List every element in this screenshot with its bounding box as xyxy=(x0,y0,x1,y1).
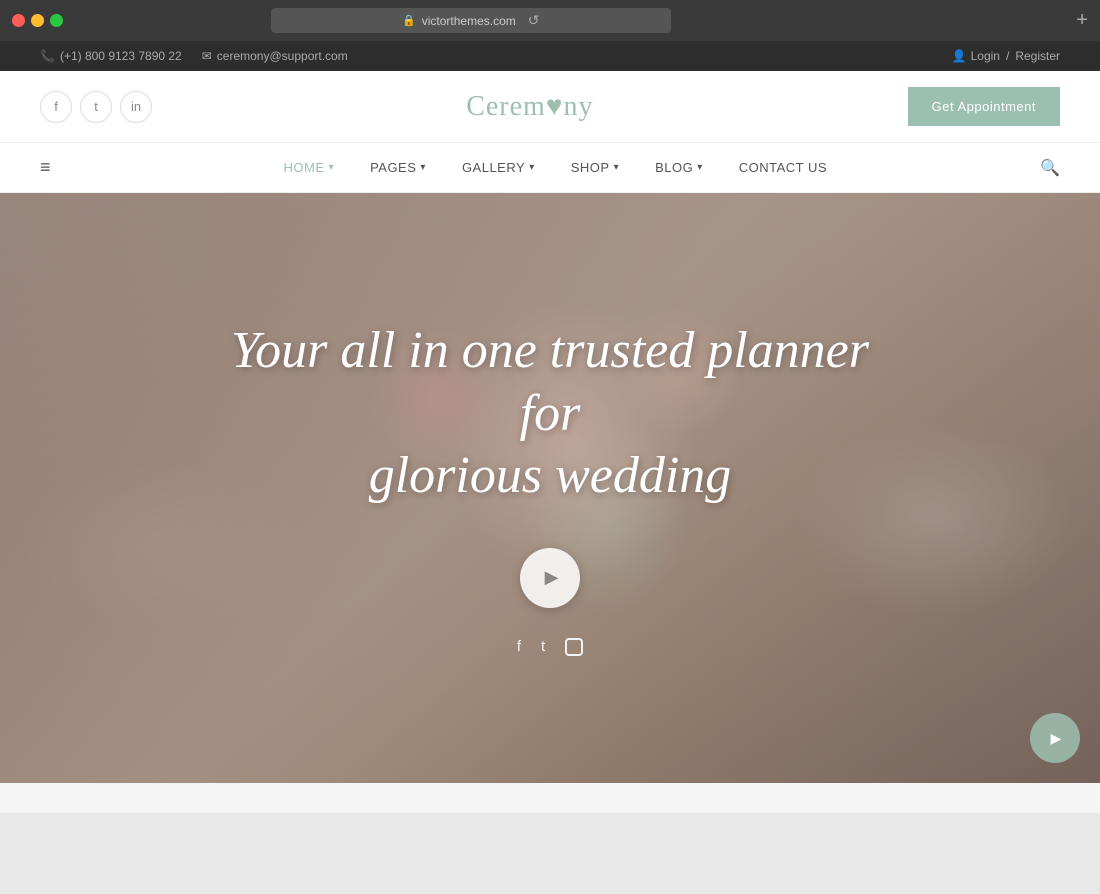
nav-gallery-label: GALLERY xyxy=(462,160,525,175)
nav-home-label: HOME xyxy=(284,160,325,175)
nav-item-pages[interactable]: PAGES ▾ xyxy=(352,145,444,190)
twitter-icon[interactable]: t xyxy=(80,91,112,123)
floating-play-button[interactable]: ▶ xyxy=(1030,713,1080,763)
play-icon: ▶ xyxy=(545,567,559,588)
nav-item-blog[interactable]: BLOG ▾ xyxy=(637,145,721,190)
nav-item-home[interactable]: HOME ▾ xyxy=(266,145,353,190)
email-address: ceremony@support.com xyxy=(217,49,348,63)
play-button[interactable]: ▶ xyxy=(520,548,580,608)
nav-item-shop[interactable]: SHOP ▾ xyxy=(553,145,637,190)
email-item: ✉ ceremony@support.com xyxy=(202,49,348,63)
new-tab-button[interactable]: + xyxy=(1076,9,1088,32)
nav-item-contact[interactable]: CONTACT US xyxy=(721,145,845,190)
hero-twitter-icon[interactable]: t xyxy=(541,638,545,656)
facebook-icon[interactable]: f xyxy=(40,91,72,123)
website: 📞 (+1) 800 9123 7890 22 ✉ ceremony@suppo… xyxy=(0,41,1100,813)
address-bar[interactable]: 🔒 victorthemes.com ↺ xyxy=(271,8,671,33)
logo-text-start: Cerem xyxy=(466,91,546,122)
hero-title: Your all in one trusted planner for glor… xyxy=(200,320,900,507)
social-icons: f t in xyxy=(40,91,152,123)
nav-pages-arrow: ▾ xyxy=(420,162,426,173)
register-link[interactable]: Register xyxy=(1015,49,1060,63)
top-bar-left: 📞 (+1) 800 9123 7890 22 ✉ ceremony@suppo… xyxy=(40,49,348,63)
email-icon: ✉ xyxy=(202,49,212,63)
header: f t in Cerem♥ny Get Appointment xyxy=(0,71,1100,143)
browser-chrome: 🔒 victorthemes.com ↺ + xyxy=(0,0,1100,41)
nav-home-arrow: ▾ xyxy=(329,162,335,173)
reload-icon[interactable]: ↺ xyxy=(528,12,540,29)
hero-instagram-icon[interactable] xyxy=(565,638,583,656)
get-appointment-button[interactable]: Get Appointment xyxy=(908,87,1060,126)
hero-title-line2: glorious wedding xyxy=(369,447,732,504)
traffic-lights xyxy=(12,14,63,27)
top-bar: 📞 (+1) 800 9123 7890 22 ✉ ceremony@suppo… xyxy=(0,41,1100,71)
floating-play-icon: ▶ xyxy=(1051,730,1062,747)
nav-blog-label: BLOG xyxy=(655,160,693,175)
hero-content: Your all in one trusted planner for glor… xyxy=(0,193,1100,783)
nav-contact-label: CONTACT US xyxy=(739,160,827,175)
nav-links: HOME ▾ PAGES ▾ GALLERY ▾ SHOP ▾ BLOG ▾ C… xyxy=(71,145,1041,190)
logo-text-end: ny xyxy=(563,91,593,122)
minimize-button[interactable] xyxy=(31,14,44,27)
login-icon: 👤 xyxy=(952,49,967,63)
login-link[interactable]: Login xyxy=(971,49,1000,63)
hero-social-icons: f t xyxy=(517,638,583,656)
nav-gallery-arrow: ▾ xyxy=(529,162,535,173)
nav-blog-arrow: ▾ xyxy=(697,162,703,173)
phone-number: (+1) 800 9123 7890 22 xyxy=(60,49,182,63)
navbar: ≡ HOME ▾ PAGES ▾ GALLERY ▾ SHOP ▾ BLOG ▾ xyxy=(0,143,1100,193)
hero-facebook-icon[interactable]: f xyxy=(517,638,521,656)
close-button[interactable] xyxy=(12,14,25,27)
linkedin-icon[interactable]: in xyxy=(120,91,152,123)
nav-shop-label: SHOP xyxy=(571,160,610,175)
search-icon[interactable]: 🔍 xyxy=(1040,158,1060,178)
top-bar-right: 👤 Login / Register xyxy=(952,49,1060,63)
phone-item: 📞 (+1) 800 9123 7890 22 xyxy=(40,49,182,63)
phone-icon: 📞 xyxy=(40,49,55,63)
url-text: victorthemes.com xyxy=(422,14,516,28)
logo[interactable]: Cerem♥ny xyxy=(466,91,593,123)
lock-icon: 🔒 xyxy=(402,14,416,27)
hamburger-icon[interactable]: ≡ xyxy=(40,157,51,178)
nav-item-gallery[interactable]: GALLERY ▾ xyxy=(444,145,553,190)
nav-pages-label: PAGES xyxy=(370,160,416,175)
bottom-strip xyxy=(0,783,1100,813)
separator: / xyxy=(1006,49,1009,63)
hero-title-line1: Your all in one trusted planner for xyxy=(231,322,869,441)
logo-heart: ♥ xyxy=(546,91,564,122)
nav-shop-arrow: ▾ xyxy=(614,162,620,173)
hero-section: Your all in one trusted planner for glor… xyxy=(0,193,1100,783)
maximize-button[interactable] xyxy=(50,14,63,27)
